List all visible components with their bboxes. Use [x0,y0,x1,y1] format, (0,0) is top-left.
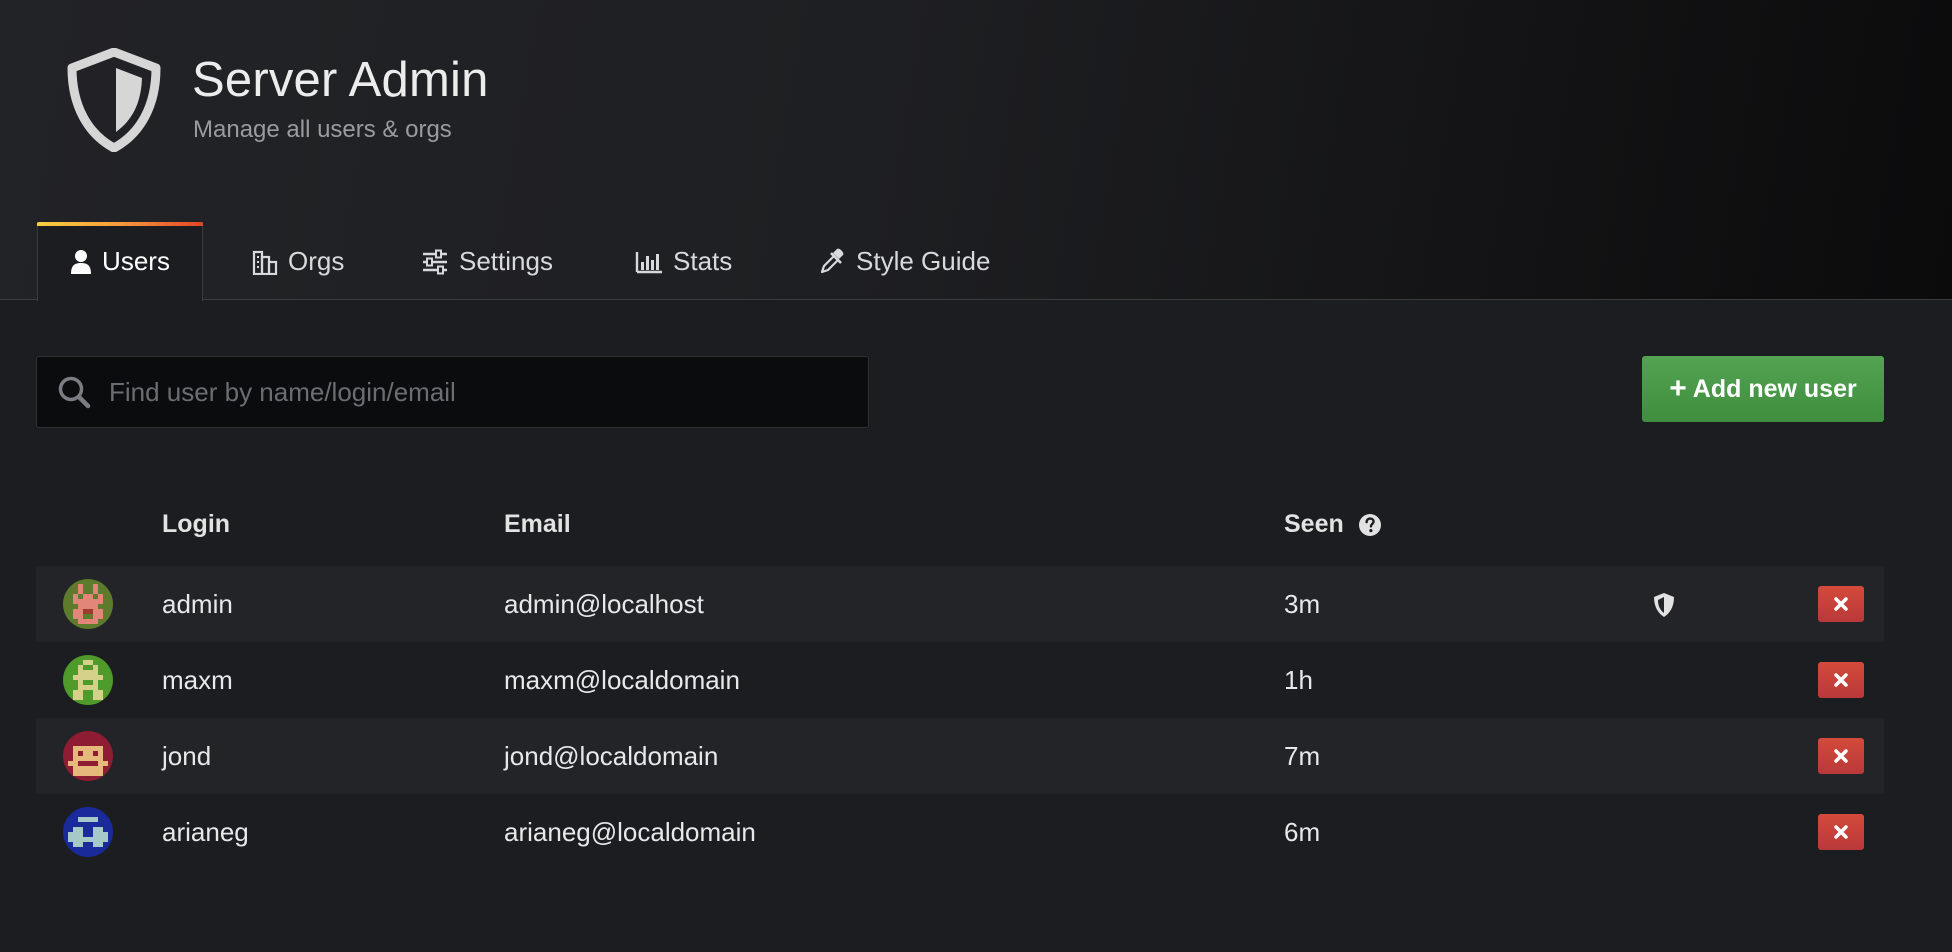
user-email[interactable]: admin@localhost [504,566,704,642]
close-icon [1834,749,1848,763]
tab-orgs[interactable]: Orgs [252,222,344,301]
avatar[interactable] [63,807,113,857]
table-row: admin admin@localhost 3m [36,566,1884,642]
user-email[interactable]: jond@localdomain [504,718,718,794]
delete-user-button[interactable] [1818,662,1864,698]
tab-users[interactable]: Users [37,222,203,301]
user-seen: 7m [1284,741,1321,771]
bar-chart-icon [635,249,663,275]
column-header-email[interactable]: Email [504,510,571,539]
admin-shield-icon [1654,593,1674,617]
user-email[interactable]: arianeg@localdomain [504,794,756,870]
close-icon [1834,597,1848,611]
search-input[interactable] [107,375,868,409]
table-header: Login Email Seen [36,500,1884,556]
user-login[interactable]: maxm [162,642,233,718]
add-new-user-button[interactable]: + Add new user [1642,356,1884,422]
column-header-login[interactable]: Login [162,510,230,539]
delete-user-button[interactable] [1818,738,1864,774]
user-email[interactable]: maxm@localdomain [504,642,740,718]
user-login[interactable]: admin [162,566,233,642]
delete-user-button[interactable] [1818,586,1864,622]
close-icon [1834,673,1848,687]
building-icon [252,249,278,275]
add-button-label: Add new user [1692,374,1857,403]
tab-label: Style Guide [856,246,991,276]
tab-stats[interactable]: Stats [635,222,732,301]
tab-style-guide[interactable]: Style Guide [818,222,990,301]
user-login[interactable]: arianeg [162,794,249,870]
page-subtitle: Manage all users & orgs [193,116,452,143]
tab-label: Users [102,246,170,276]
column-header-seen[interactable]: Seen [1284,510,1382,539]
avatar[interactable] [63,655,113,705]
user-login[interactable]: jond [162,718,211,794]
tab-label: Stats [673,246,733,276]
table-row: jond jond@localdomain 7m [36,718,1884,794]
shield-icon [67,48,161,152]
avatar[interactable] [63,731,113,781]
tab-label: Settings [459,246,553,276]
question-circle-icon[interactable] [1358,513,1382,537]
table-row: arianeg arianeg@localdomain 6m [36,794,1884,870]
user-seen: 1h [1284,665,1313,695]
delete-user-button[interactable] [1818,814,1864,850]
tab-settings[interactable]: Settings [421,222,553,301]
sliders-icon [421,249,449,275]
user-icon [70,249,92,275]
search-box[interactable] [36,356,869,428]
search-icon [58,376,91,409]
avatar[interactable] [63,579,113,629]
close-icon [1834,825,1848,839]
page-title: Server Admin [192,53,489,107]
user-seen: 6m [1284,817,1321,847]
plus-icon: + [1669,372,1687,405]
user-seen: 3m [1284,589,1321,619]
eyedropper-icon [818,248,846,276]
tab-label: Orgs [288,246,345,276]
table-row: maxm maxm@localdomain 1h [36,642,1884,718]
